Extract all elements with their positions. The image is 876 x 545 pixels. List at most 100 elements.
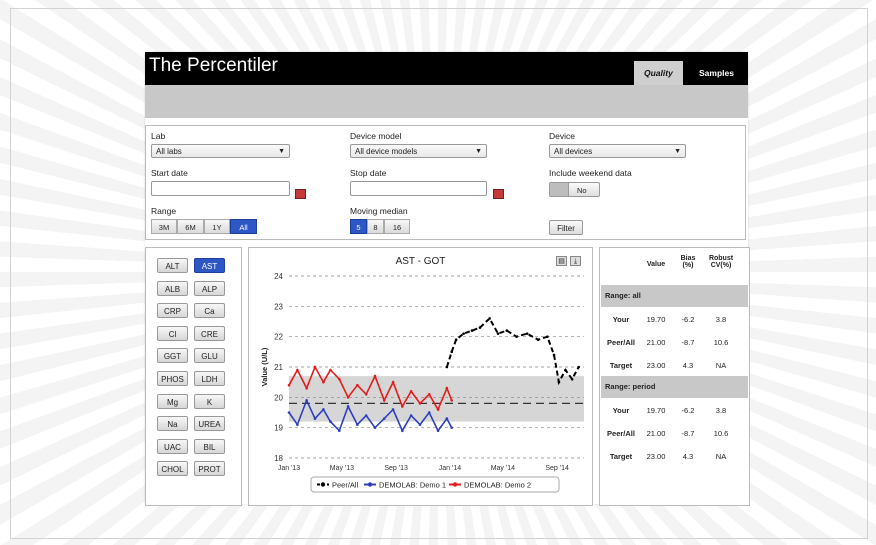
data-point xyxy=(287,383,291,387)
device-select[interactable]: All devices ▼ xyxy=(549,144,686,158)
range-1y-button[interactable]: 1Y xyxy=(204,219,230,234)
row-label: Target xyxy=(609,361,633,370)
analyte-button-phos[interactable]: PHOS xyxy=(157,371,188,386)
data-point xyxy=(305,399,308,402)
data-point xyxy=(546,335,549,338)
data-point xyxy=(356,383,359,387)
data-point xyxy=(322,408,325,411)
data-point xyxy=(436,408,440,411)
data-point xyxy=(505,329,509,332)
row-bias: -8.7 xyxy=(681,338,695,347)
stop-date-input[interactable] xyxy=(350,181,487,196)
analyte-button-cl[interactable]: Cl xyxy=(157,325,188,341)
header-value: Value xyxy=(646,261,666,268)
analyte-panel: ALT AST ALB ALP CRP Ca Cl CRE GGT GLU PHOS LDH Mg K Na… xyxy=(145,247,242,506)
analyte-button-cre[interactable]: CRE xyxy=(194,325,225,341)
analyte-button-chol[interactable]: CHOL xyxy=(157,461,188,477)
analyte-button-crp[interactable]: CRP xyxy=(157,303,188,319)
median-8-button[interactable]: 8 xyxy=(367,219,384,234)
range-6m-button[interactable]: 6M xyxy=(177,219,204,234)
weekend-toggle-value: No xyxy=(577,186,587,195)
data-point xyxy=(450,426,454,429)
row-value: 21.00 xyxy=(646,429,666,438)
analyte-button-mg[interactable]: Mg xyxy=(157,393,188,409)
series-line-0 xyxy=(445,316,580,386)
y-tick-label: 24 xyxy=(274,272,283,281)
analyte-button-ggt[interactable]: GGT xyxy=(157,348,188,364)
filter-button[interactable]: Filter xyxy=(549,220,583,235)
analyte-button-alt[interactable]: ALT xyxy=(157,258,188,273)
data-point xyxy=(346,405,350,408)
start-date-label: Start date xyxy=(151,168,188,178)
lab-select-value: All labs xyxy=(156,147,182,156)
row-cv: NA xyxy=(715,361,727,370)
median-16-button[interactable]: 16 xyxy=(384,219,410,234)
device-model-select[interactable]: All device models ▼ xyxy=(350,144,487,158)
data-point xyxy=(391,408,395,411)
chevron-down-icon: ▼ xyxy=(674,148,681,155)
data-point xyxy=(418,402,422,405)
section-header: Range: all xyxy=(601,285,748,307)
device-model-select-value: All device models xyxy=(355,147,418,156)
analyte-button-alb[interactable]: ALB xyxy=(157,280,188,296)
analyte-button-glu[interactable]: GLU xyxy=(194,348,225,364)
data-point xyxy=(296,368,299,372)
header-bias: Bias (%) xyxy=(680,255,696,269)
weekend-label: Include weekend data xyxy=(549,168,632,178)
analyte-button-urea[interactable]: UREA xyxy=(194,416,225,432)
moving-median-label: Moving median xyxy=(350,206,408,216)
range-3m-button[interactable]: 3M xyxy=(151,219,177,234)
lab-label: Lab xyxy=(151,131,166,141)
x-tick-label: Sep '13 xyxy=(384,465,408,472)
data-point xyxy=(329,420,332,423)
analyte-button-uac[interactable]: UAC xyxy=(157,438,188,454)
data-point xyxy=(515,335,518,338)
data-point xyxy=(329,368,332,372)
toggle-knob xyxy=(550,183,569,196)
tab-quality[interactable]: Quality xyxy=(634,61,683,85)
x-tick-label: May '13 xyxy=(330,465,354,472)
data-point xyxy=(427,411,431,414)
analyte-button-ast[interactable]: AST xyxy=(194,258,225,273)
row-bias: 4.3 xyxy=(682,361,694,370)
analyte-button-k[interactable]: K xyxy=(194,393,225,409)
data-point xyxy=(287,411,291,414)
row-bias: -6.2 xyxy=(681,315,695,324)
data-point xyxy=(322,380,325,384)
lab-select[interactable]: All labs ▼ xyxy=(151,144,290,158)
data-point xyxy=(346,396,350,399)
calendar-icon[interactable] xyxy=(295,189,306,199)
data-point xyxy=(337,429,341,432)
start-date-input[interactable] xyxy=(151,181,290,196)
data-point xyxy=(525,332,529,335)
tab-samples[interactable]: Samples xyxy=(689,61,744,85)
data-point xyxy=(488,317,491,320)
legend-marker-2 xyxy=(452,482,458,487)
row-bias: -6.2 xyxy=(681,406,695,415)
analyte-button-alp[interactable]: ALP xyxy=(194,280,225,296)
analyte-button-na[interactable]: Na xyxy=(157,416,188,432)
range-all-button[interactable]: All xyxy=(230,219,257,234)
data-point xyxy=(373,374,377,378)
analyte-button-ca[interactable]: Ca xyxy=(194,303,225,319)
section-header: Range: period xyxy=(601,376,748,398)
analyte-button-ldh[interactable]: LDH xyxy=(194,371,225,386)
weekend-toggle[interactable]: No xyxy=(549,182,600,197)
analyte-button-prot[interactable]: PROT xyxy=(194,461,225,477)
analyte-button-bil[interactable]: BIL xyxy=(194,438,225,454)
row-label: Your xyxy=(612,315,630,324)
device-model-label: Device model xyxy=(350,131,402,141)
data-point xyxy=(382,399,386,402)
median-5-button[interactable]: 5 xyxy=(350,219,367,234)
data-point xyxy=(401,405,404,408)
legend-marker-1 xyxy=(367,482,373,487)
chevron-down-icon: ▼ xyxy=(475,148,482,155)
device-label: Device xyxy=(549,131,575,141)
row-bias: -8.7 xyxy=(681,429,695,438)
calendar-icon[interactable] xyxy=(493,189,504,199)
data-point xyxy=(552,353,556,357)
stop-date-label: Stop date xyxy=(350,168,387,178)
y-tick-label: 18 xyxy=(274,454,283,463)
data-point xyxy=(564,368,567,372)
row-cv: 10.6 xyxy=(713,429,729,438)
